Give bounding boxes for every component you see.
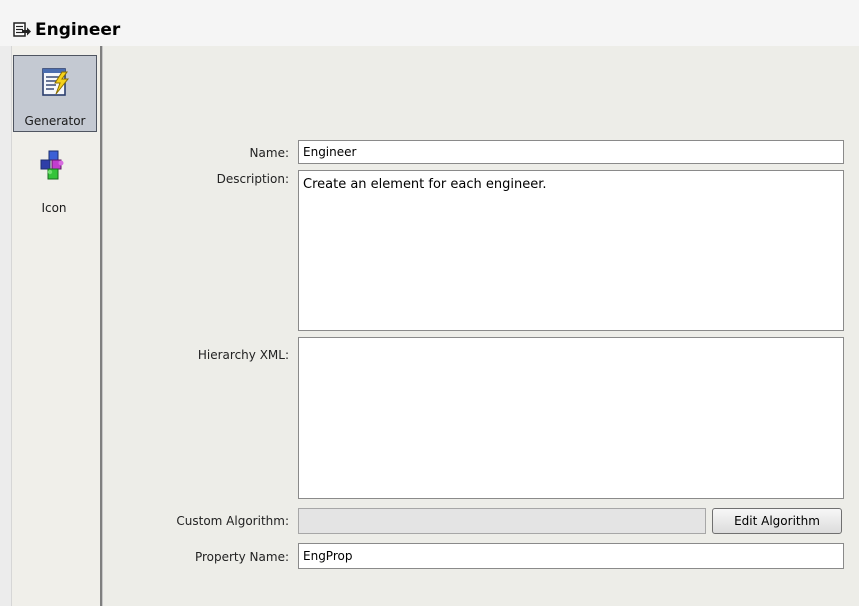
sidebar-item-icon[interactable]: Icon — [13, 137, 97, 217]
title-bar: Engineer — [0, 0, 859, 46]
generator-icon — [40, 66, 72, 98]
sidebar-item-generator[interactable]: Generator — [13, 55, 97, 132]
description-label: Description: — [216, 172, 289, 186]
description-field[interactable]: Create an element for each engineer. — [298, 170, 844, 331]
generator-document-icon — [13, 22, 31, 38]
hierarchy-xml-field[interactable] — [298, 337, 844, 499]
page-title: Engineer — [35, 20, 121, 40]
custom-algorithm-label: Custom Algorithm: — [176, 514, 289, 528]
property-name-label: Property Name: — [194, 550, 289, 564]
name-field[interactable] — [298, 140, 844, 164]
name-label: Name: — [249, 146, 289, 160]
sidebar-item-label: Generator — [24, 114, 86, 128]
custom-algorithm-field — [298, 508, 706, 534]
edit-algorithm-button[interactable]: Edit Algorithm — [712, 508, 842, 534]
hierarchy-xml-label: Hierarchy XML: — [197, 348, 289, 362]
sidebar-item-label: Icon — [41, 201, 67, 215]
left-edge — [0, 46, 12, 606]
property-name-field[interactable] — [298, 543, 844, 569]
puzzle-icon — [39, 149, 71, 181]
